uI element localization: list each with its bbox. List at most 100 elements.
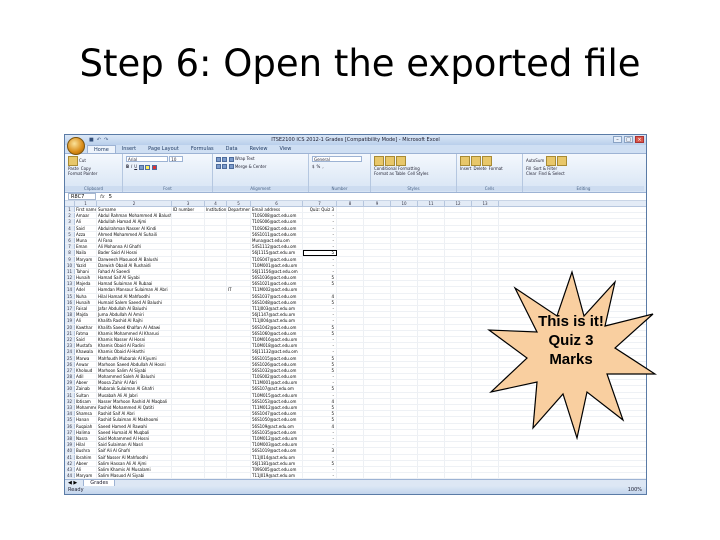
grid-cell[interactable] <box>391 244 418 250</box>
grid-cell[interactable]: - <box>303 435 337 442</box>
grid-cell[interactable]: Ibrahim <box>75 454 97 460</box>
grid-cell[interactable] <box>472 207 499 213</box>
grid-cell[interactable] <box>418 207 445 213</box>
grid-cell[interactable] <box>227 293 251 299</box>
grid-cell[interactable]: - <box>303 231 337 237</box>
grid-cell[interactable]: Eman <box>75 244 97 250</box>
grid-cell[interactable] <box>337 411 364 417</box>
grid-cell[interactable]: Ali <box>75 219 97 225</box>
grid-cell[interactable]: Ali <box>75 318 97 324</box>
office-button[interactable] <box>67 137 85 155</box>
grid-cell[interactable] <box>445 435 472 442</box>
grid-cell[interactable] <box>205 275 227 281</box>
grid-cell[interactable] <box>391 380 418 386</box>
grid-cell[interactable] <box>445 299 472 305</box>
maximize-button[interactable]: □ <box>624 136 633 143</box>
grid-cell[interactable] <box>391 473 418 479</box>
grid-cell[interactable] <box>227 250 251 256</box>
grid-cell[interactable] <box>418 374 445 380</box>
column-header[interactable]: 1 <box>75 201 97 206</box>
grid-cell[interactable]: Nuha <box>75 293 97 299</box>
row-number[interactable]: 12 <box>65 275 75 281</box>
grid-cell[interactable] <box>391 262 418 268</box>
grid-cell[interactable] <box>205 293 227 299</box>
grid-cell[interactable]: Email address <box>251 207 303 213</box>
grid-cell[interactable] <box>418 411 445 417</box>
format-button[interactable]: Format <box>489 166 503 171</box>
grid-cell[interactable] <box>418 405 445 411</box>
grid-cell[interactable] <box>418 423 445 429</box>
grid-cell[interactable] <box>391 281 418 287</box>
grid-cell[interactable] <box>227 213 251 219</box>
grid-cell[interactable] <box>227 330 251 336</box>
grid-cell[interactable]: Muna <box>75 237 97 244</box>
grid-cell[interactable]: Darweesh Masuood Al Balushi <box>97 256 172 262</box>
column-header[interactable]: 13 <box>472 201 499 206</box>
grid-cell[interactable]: 5 <box>303 299 337 305</box>
grid-cell[interactable] <box>391 355 418 361</box>
grid-cell[interactable] <box>391 448 418 454</box>
grid-cell[interactable] <box>418 244 445 250</box>
grid-cell[interactable] <box>391 386 418 392</box>
grid-cell[interactable]: 56S1060@act.edu.om <box>251 330 303 336</box>
grid-cell[interactable] <box>391 374 418 380</box>
grid-cell[interactable] <box>172 454 205 460</box>
grid-cell[interactable] <box>337 405 364 411</box>
grid-cell[interactable] <box>205 355 227 361</box>
grid-cell[interactable] <box>205 324 227 330</box>
grid-cell[interactable] <box>445 336 472 343</box>
grid-cell[interactable]: Rashid Saif Al Abri <box>97 411 172 417</box>
grid-cell[interactable] <box>391 454 418 460</box>
grid-cell[interactable] <box>337 250 364 256</box>
column-header[interactable]: 2 <box>97 201 172 206</box>
grid-cell[interactable] <box>172 423 205 429</box>
grid-cell[interactable]: 5 <box>303 330 337 336</box>
grid-cell[interactable]: Kawthar <box>75 324 97 330</box>
grid-cell[interactable] <box>172 281 205 287</box>
row-number[interactable]: 17 <box>65 306 75 312</box>
grid-cell[interactable] <box>445 429 472 435</box>
cell-styles-button[interactable]: Cell Styles <box>408 171 429 176</box>
grid-cell[interactable] <box>205 448 227 454</box>
grid-cell[interactable] <box>337 312 364 318</box>
grid-cell[interactable]: 5 <box>303 405 337 411</box>
grid-cell[interactable] <box>391 460 418 466</box>
grid-cell[interactable] <box>418 293 445 299</box>
grid-cell[interactable] <box>445 460 472 466</box>
grid-cell[interactable] <box>364 219 391 225</box>
grid-cell[interactable] <box>364 336 391 343</box>
grid-cell[interactable] <box>391 429 418 435</box>
row-number[interactable]: 21 <box>65 330 75 336</box>
grid-cell[interactable] <box>172 380 205 386</box>
grid-cell[interactable] <box>337 207 364 213</box>
grid-cell[interactable] <box>364 343 391 349</box>
grid-cell[interactable]: - <box>303 237 337 244</box>
grid-cell[interactable] <box>337 386 364 392</box>
grid-cell[interactable] <box>172 324 205 330</box>
grid-cell[interactable] <box>205 435 227 442</box>
grid-cell[interactable] <box>418 349 445 355</box>
grid-cell[interactable] <box>227 398 251 404</box>
grid-cell[interactable] <box>172 429 205 435</box>
grid-cell[interactable]: T10S002@act.edu.om <box>251 374 303 380</box>
grid-cell[interactable] <box>364 207 391 213</box>
grid-cell[interactable] <box>391 275 418 281</box>
grid-cell[interactable] <box>205 374 227 380</box>
grid-cell[interactable] <box>227 448 251 454</box>
grid-cell[interactable] <box>172 213 205 219</box>
grid-cell[interactable] <box>364 231 391 237</box>
grid-cell[interactable]: 56S1015@act.edu.om <box>251 355 303 361</box>
grid-cell[interactable] <box>172 349 205 355</box>
grid-cell[interactable]: 56S1021@act.edu.om <box>251 281 303 287</box>
grid-cell[interactable]: Abeer <box>75 380 97 386</box>
grid-cell[interactable]: 5 <box>303 275 337 281</box>
grid-cell[interactable] <box>472 466 499 473</box>
grid-cell[interactable] <box>364 386 391 392</box>
grid-cell[interactable]: 5 <box>303 355 337 361</box>
grid-cell[interactable] <box>418 213 445 219</box>
grid-cell[interactable]: 56S1032@act.edu.om <box>251 367 303 374</box>
grid-cell[interactable] <box>391 367 418 374</box>
grid-cell[interactable] <box>172 219 205 225</box>
tab-review[interactable]: Review <box>244 145 274 153</box>
grid-cell[interactable]: - <box>303 213 337 219</box>
